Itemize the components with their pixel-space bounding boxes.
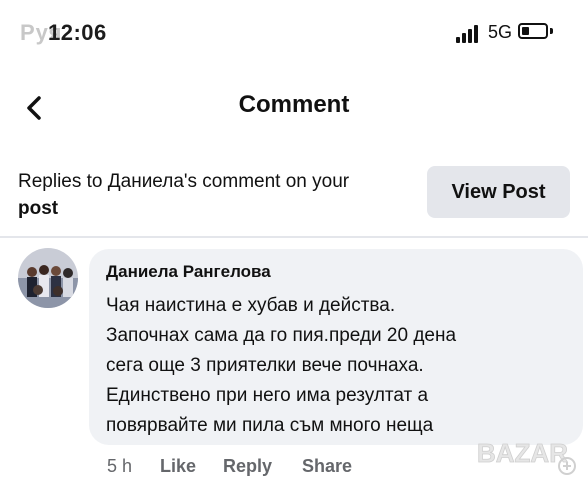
network-type: 5G <box>488 22 513 42</box>
signal-bars-icon <box>456 25 480 43</box>
avatar[interactable] <box>18 248 78 308</box>
view-post-button[interactable]: View Post <box>427 166 570 218</box>
status-bar: Руя 12:06 5G <box>0 0 588 62</box>
comment-line: Единствено при него има резултат а <box>106 385 429 406</box>
replies-banner: Replies to Даниела's comment on your pos… <box>0 152 588 234</box>
status-time: 12:06 <box>48 20 107 45</box>
battery-cap <box>550 28 553 34</box>
replies-text-bold: post <box>18 198 59 219</box>
comment-line: Започнах сама да го пия.преди 20 дена <box>106 325 457 346</box>
divider <box>0 236 588 238</box>
like-button[interactable]: Like <box>160 456 196 477</box>
battery-icon <box>518 23 548 39</box>
replies-text-prefix: Replies to Даниела's comment on your <box>18 171 350 192</box>
comment-line: Чая наистина е хубав и действа. <box>106 295 396 316</box>
page-title: Comment <box>238 91 350 118</box>
bazar-logo-icon: BAZAR <box>477 438 576 475</box>
comment-author[interactable]: Даниела Рангелова <box>106 262 271 282</box>
comment-timestamp: 5 h <box>107 456 133 476</box>
reply-button[interactable]: Reply <box>223 456 272 477</box>
comment-bubble: Даниела Рангелова Чая наистина е хубав и… <box>89 249 583 445</box>
nav-header: Comment <box>0 80 588 136</box>
comment-text: Чая наистина е хубав и действа. Започнах… <box>106 291 576 441</box>
comment-line: сега още 3 приятелки вече почнаха. <box>106 355 424 376</box>
watermark-text: BAZAR <box>477 438 568 468</box>
watermark-logo: BAZAR <box>475 430 585 480</box>
replies-text: Replies to Даниела's comment on your pos… <box>18 168 418 222</box>
avatar-photo <box>18 248 78 308</box>
share-button[interactable]: Share <box>302 456 352 477</box>
